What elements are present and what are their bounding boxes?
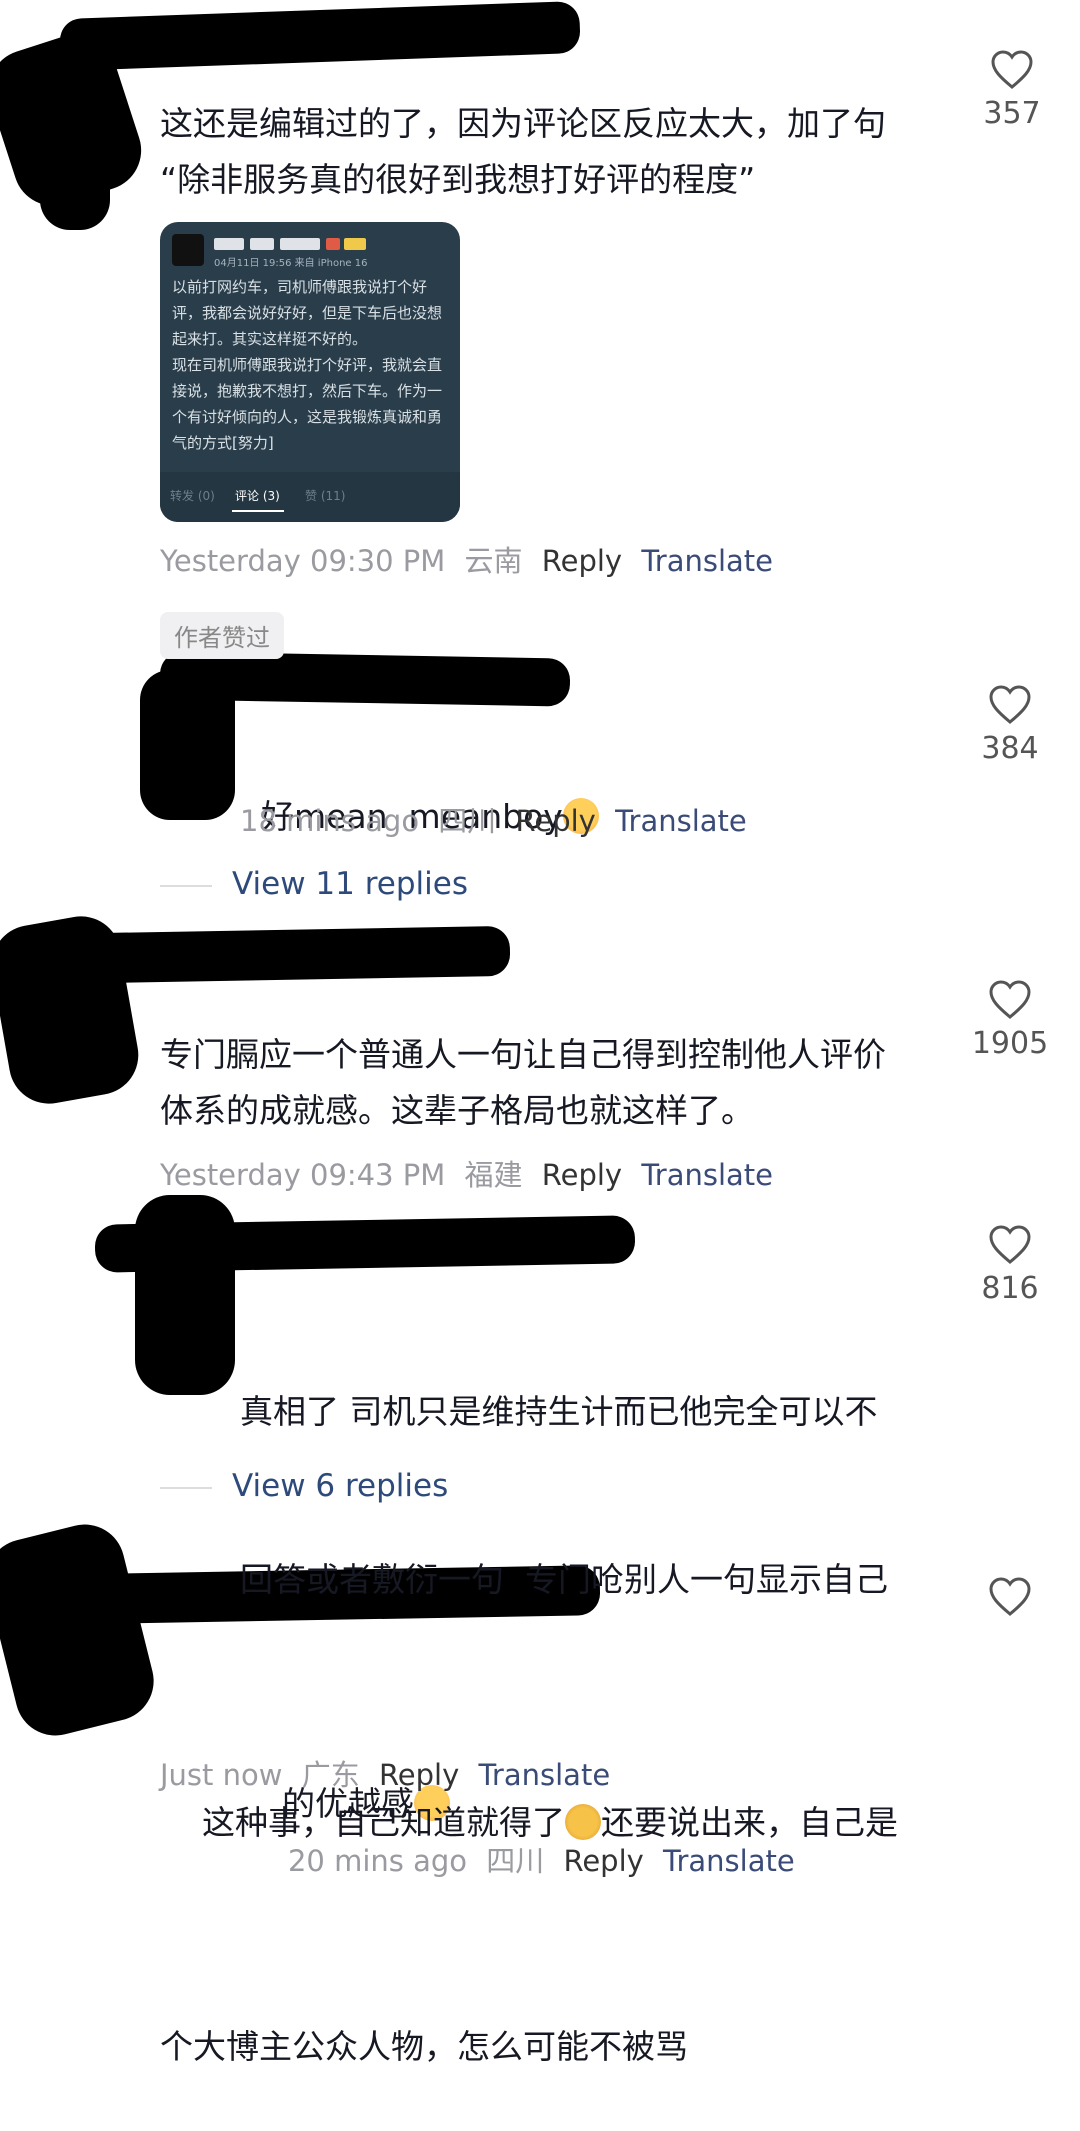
reply-button[interactable]: Reply [379,1758,459,1792]
active-tab-indicator [232,510,284,512]
divider [160,884,212,887]
reply-button[interactable]: Reply [542,544,622,578]
comment-meta: Yesterday 09:30 PM 云南 Reply Translate [160,538,783,580]
like-count: 1905 [971,1026,1049,1061]
like-button[interactable]: 816 [950,1225,1070,1306]
timestamp: Yesterday 09:30 PM [160,544,446,578]
like-button[interactable]: 1905 [950,980,1070,1061]
translate-button[interactable]: Translate [615,804,747,838]
post-meta: 04月11日 19:56 来自 iPhone 16 [214,258,368,269]
reply-button[interactable]: Reply [516,804,596,838]
comment-line: 回答或者敷衍一句 专门呛别人一句显示自己 [240,1560,888,1599]
blurred-username [250,238,274,250]
reply-button[interactable]: Reply [542,1158,622,1192]
redaction-scribble [59,0,581,72]
badge-icon [344,238,366,250]
avatar [172,234,204,266]
view-replies-label: View 11 replies [232,866,468,902]
comment-text: 专门膈应一个普通人一句让自己得到控制他人评价 体系的成就感。这辈子格局也就这样了… [160,1035,886,1130]
heart-icon [989,980,1031,1019]
view-replies-button[interactable]: View 11 replies [160,866,468,902]
translate-button[interactable]: Translate [641,544,773,578]
comment-line: 真相了 司机只是维持生计而已他完全可以不 [240,1392,878,1431]
like-count: 384 [981,731,1039,766]
translate-button[interactable]: Translate [478,1758,610,1792]
location: 云南 [464,544,523,578]
comment-meta: Yesterday 09:43 PM 福建 Reply Translate [160,1152,783,1194]
location: 福建 [464,1158,523,1192]
timestamp: 18 mins ago [240,804,420,838]
comment-meta: 18 mins ago 四川 Reply Translate [240,798,757,840]
like-count: 816 [981,1271,1039,1306]
redaction-scribble [0,1516,163,1744]
post-tabs: 转发 (0) 评论 (3) 赞 (11) [160,472,460,522]
location: 四川 [438,804,497,838]
comment-meta: Just now 广东 Reply Translate [160,1752,620,1794]
comment-line: 个大博主公众人物，怎么可能不被骂 [160,2027,688,2066]
heart-icon [989,685,1031,724]
tab-comments: 评论 (3) [235,489,280,503]
tab-repost: 转发 (0) [170,489,215,503]
author-liked-badge: 作者赞过 [160,612,284,659]
blurred-username [280,238,320,250]
view-replies-button[interactable]: View 6 replies [160,1468,448,1504]
tab-likes: 赞 (11) [305,489,346,503]
heart-icon [989,1225,1031,1264]
like-button[interactable]: 384 [950,685,1070,766]
comment-text-part: 这种事，自己知道就得了 [201,1803,565,1842]
like-button[interactable]: 357 [952,50,1072,131]
post-body: 以前打网约车，司机师傅跟我说打个好评，我都会说好好好，但是下车后也没想起来打。其… [172,278,443,452]
badge-icon [326,238,340,250]
comment-text: 这种事，自己知道就得了 还要说出来，自己是 个大博主公众人物，怎么可能不被骂 [160,1627,940,2131]
embedded-post-image[interactable]: 04月11日 19:56 来自 iPhone 16 以前打网约车，司机师傅跟我说… [160,222,460,522]
redaction-scribble [135,1195,235,1395]
redaction-scribble [40,50,110,230]
comment-text-part: 还要说出来，自己是 [600,1803,898,1842]
location: 广东 [301,1758,360,1792]
post-header: 04月11日 19:56 来自 iPhone 16 [172,234,442,269]
view-replies-label: View 6 replies [232,1468,449,1504]
heart-icon [989,1577,1031,1616]
like-count: 357 [983,96,1041,131]
timestamp: Yesterday 09:43 PM [160,1158,446,1192]
comment-text: 这还是编辑过的了，因为评论区反应太大，加了句 “除非服务真的很好到我想打好评的程… [160,104,886,199]
divider [160,1486,212,1489]
blurred-username [214,238,244,250]
timestamp: Just now [160,1758,283,1792]
heart-icon [991,50,1033,89]
translate-button[interactable]: Translate [641,1158,773,1192]
like-button[interactable] [950,1577,1070,1617]
dog-face-emoji-icon [564,1804,601,1840]
redaction-scribble [140,670,235,820]
